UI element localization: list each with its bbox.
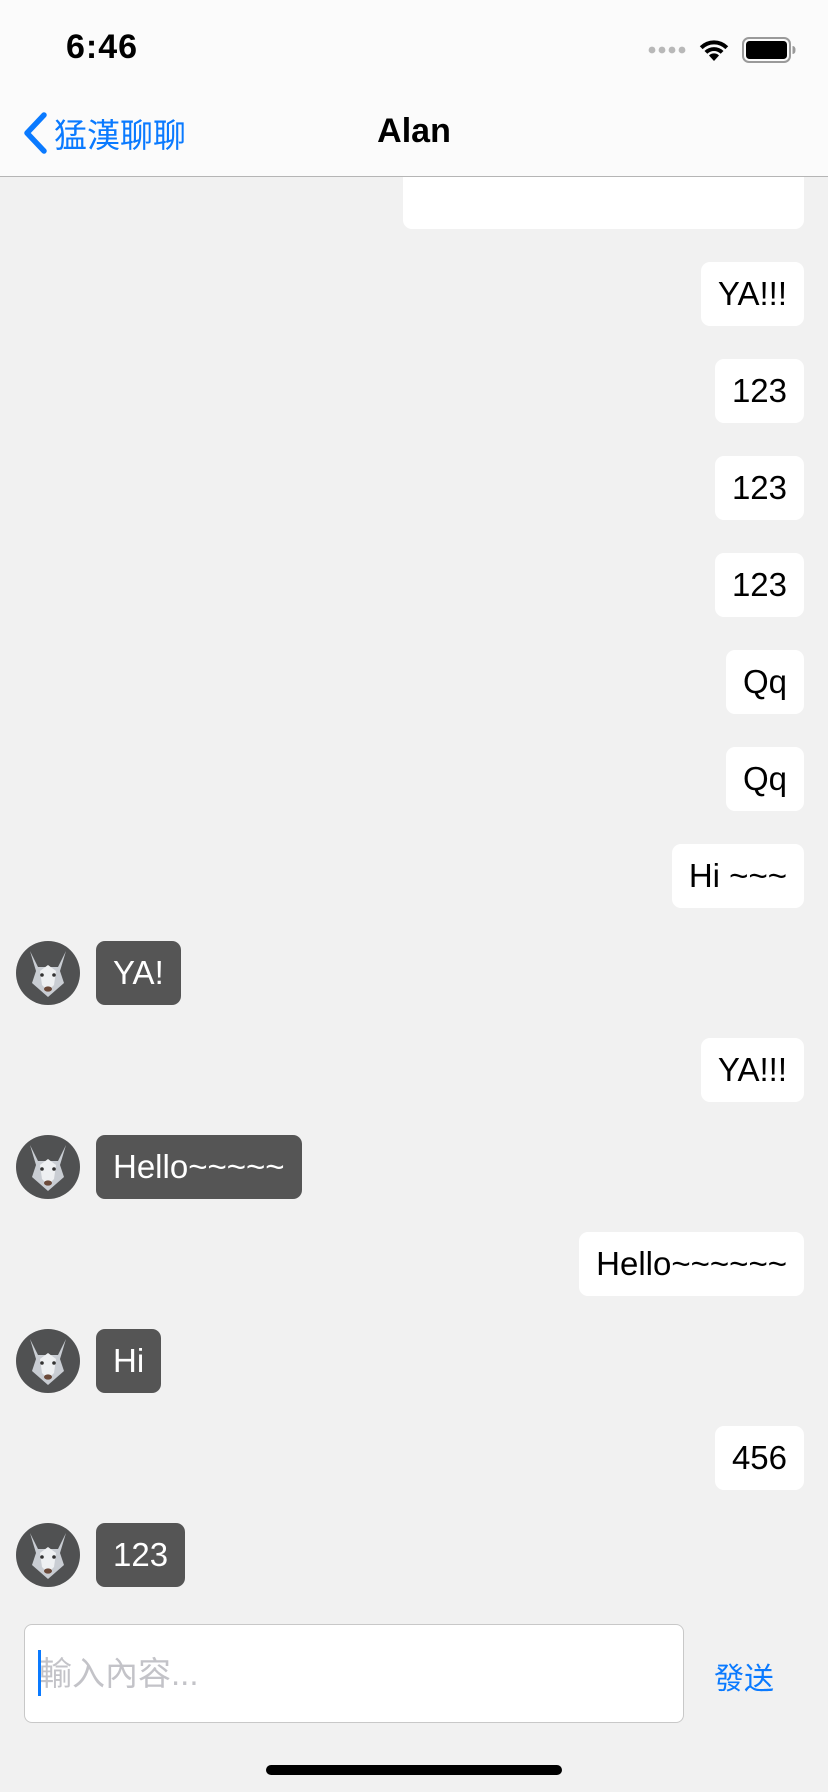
status-time: 6:46 [66,28,139,66]
outgoing-message[interactable]: YA!!! [700,262,804,326]
wifi-icon [699,40,729,61]
incoming-message[interactable]: YA! [96,941,181,1005]
chat-title: Alan [377,112,451,150]
battery-icon [742,37,796,63]
outgoing-message[interactable]: 123 [714,359,804,423]
outgoing-message[interactable]: Hi ~~~ [671,844,804,908]
wolf-icon [30,951,66,997]
wolf-avatar[interactable] [16,1523,80,1587]
wolf-avatar[interactable] [16,1329,80,1393]
navigation-bar: 猛漢聊聊 Alan [0,90,828,177]
outgoing-message[interactable]: 123 [714,553,804,617]
wolf-avatar[interactable] [16,1135,80,1199]
send-button[interactable]: 發送 [714,1654,774,1698]
status-icons [648,36,796,64]
message-list[interactable]: YA!!! 123 123 123 Qq Qq Hi ~~~ YA! YA!!!… [0,177,828,1617]
status-bar: 6:46 [0,0,828,90]
cellular-signal-icon [648,46,686,54]
outgoing-message[interactable]: 123 [714,456,804,520]
incoming-message[interactable]: Hello~~~~~ [96,1135,302,1199]
incoming-message[interactable]: Hi [96,1329,162,1393]
incoming-message[interactable]: 123 [96,1523,186,1587]
text-cursor [38,1650,41,1696]
outgoing-message[interactable]: YA!!! [700,1038,804,1102]
outgoing-message[interactable] [403,177,804,229]
outgoing-message[interactable]: Qq [725,650,804,714]
message-input[interactable] [24,1624,684,1723]
outgoing-message[interactable]: 456 [714,1426,804,1490]
wolf-icon [30,1145,66,1191]
wolf-icon [30,1533,66,1579]
wolf-icon [30,1339,66,1385]
home-indicator[interactable] [266,1765,562,1775]
outgoing-message[interactable]: Qq [725,747,804,811]
outgoing-message[interactable]: Hello~~~~~~ [579,1232,804,1296]
wolf-avatar[interactable] [16,941,80,1005]
